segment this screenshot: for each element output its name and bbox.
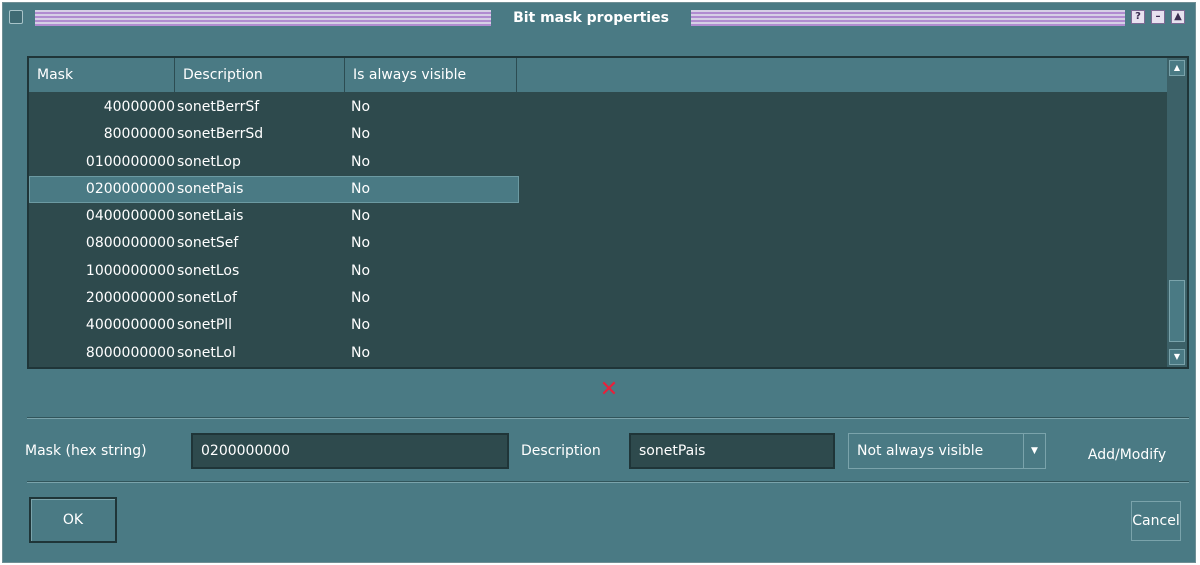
maximize-icon[interactable]: ▲ bbox=[1171, 10, 1185, 24]
description-label: Description bbox=[521, 443, 601, 459]
visibility-cell: No bbox=[351, 99, 371, 115]
visibility-cell: No bbox=[351, 290, 371, 307]
visibility-cell: No bbox=[351, 208, 371, 225]
column-header-filler bbox=[517, 58, 1167, 92]
bit-mask-properties-dialog: Bit mask properties ? – ▲ Mask Descripti… bbox=[2, 2, 1196, 563]
visibility-cell: No bbox=[351, 153, 371, 170]
visibility-select-value: Not always visible bbox=[857, 443, 984, 459]
mask-cell: 8000000000 bbox=[85, 344, 175, 361]
table-row[interactable]: 2000000000 sonetLof No bbox=[29, 285, 1167, 312]
description-cell: sonetPll bbox=[177, 317, 233, 334]
description-cell: sonetLof bbox=[177, 290, 237, 307]
window-title: Bit mask properties bbox=[513, 10, 669, 26]
table-row[interactable]: 0400000000 sonetLais No bbox=[29, 203, 1167, 230]
description-cell: sonetPais bbox=[177, 180, 244, 197]
column-header-mask[interactable]: Mask bbox=[29, 58, 175, 92]
mask-cell: 0100000000 bbox=[85, 153, 175, 170]
separator-top bbox=[27, 417, 1189, 419]
mask-cell: 0200000000 bbox=[85, 180, 175, 197]
description-input[interactable] bbox=[629, 433, 835, 469]
scrollbar-thumb[interactable] bbox=[1169, 280, 1185, 342]
mask-cell: 40000000 bbox=[103, 99, 175, 115]
mask-cell: 80000000 bbox=[103, 126, 175, 143]
visibility-cell: No bbox=[351, 126, 371, 143]
mask-cell: 2000000000 bbox=[85, 290, 175, 307]
window-menu-icon[interactable] bbox=[9, 10, 23, 24]
bit-mask-list[interactable]: Mask Description Is always visible 40000… bbox=[27, 56, 1189, 369]
title-bar[interactable]: Bit mask properties ? – ▲ bbox=[7, 7, 1191, 29]
cancel-button[interactable]: Cancel bbox=[1131, 501, 1181, 541]
description-cell: sonetBerrSf bbox=[177, 99, 260, 115]
table-row[interactable]: 0200000000 sonetPais No bbox=[29, 175, 1167, 204]
column-header-description[interactable]: Description bbox=[175, 58, 345, 92]
table-row[interactable]: 1000000000 sonetLos No bbox=[29, 258, 1167, 285]
table-row[interactable]: 0800000000 sonetSef No bbox=[29, 230, 1167, 257]
description-cell: sonetSef bbox=[177, 235, 239, 252]
separator-bottom bbox=[27, 481, 1189, 483]
visibility-cell: No bbox=[351, 262, 371, 279]
mask-cell: 0400000000 bbox=[85, 208, 175, 225]
description-cell: sonetLop bbox=[177, 153, 241, 170]
visibility-cell: No bbox=[351, 235, 371, 252]
table-row[interactable]: 4000000000 sonetPll No bbox=[29, 312, 1167, 339]
delete-icon[interactable]: ✕ bbox=[597, 378, 621, 402]
mask-cell: 4000000000 bbox=[85, 317, 175, 334]
visibility-select[interactable]: Not always visible ▼ bbox=[848, 433, 1046, 469]
list-rows: 40000000 sonetBerrSf No 80000000 sonetBerrSd… bbox=[29, 94, 1167, 367]
minimize-icon[interactable]: – bbox=[1151, 10, 1165, 24]
mask-cell: 1000000000 bbox=[85, 262, 175, 279]
column-header-always-visible[interactable]: Is always visible bbox=[345, 58, 517, 92]
table-row[interactable]: 40000000 sonetBerrSf No bbox=[29, 94, 1167, 121]
mask-cell: 0800000000 bbox=[85, 235, 175, 252]
ok-button[interactable]: OK bbox=[29, 497, 117, 543]
chevron-down-icon[interactable]: ▼ bbox=[1023, 434, 1045, 468]
table-row[interactable]: 80000000 sonetBerrSd No bbox=[29, 121, 1167, 148]
add-modify-button[interactable]: Add/Modify bbox=[1075, 444, 1179, 466]
list-header: Mask Description Is always visible bbox=[29, 58, 1167, 92]
mask-label: Mask (hex string) bbox=[25, 443, 147, 459]
table-row[interactable]: 0100000000 sonetLop No bbox=[29, 149, 1167, 176]
visibility-cell: No bbox=[351, 344, 371, 361]
description-cell: sonetLos bbox=[177, 262, 240, 279]
description-cell: sonetBerrSd bbox=[177, 126, 264, 143]
description-cell: sonetLol bbox=[177, 344, 236, 361]
help-icon[interactable]: ? bbox=[1131, 10, 1145, 24]
table-row[interactable]: 8000000000 sonetLol No bbox=[29, 340, 1167, 367]
mask-input[interactable] bbox=[191, 433, 509, 469]
scroll-up-icon[interactable]: ▲ bbox=[1169, 60, 1185, 76]
scroll-down-icon[interactable]: ▼ bbox=[1169, 349, 1185, 365]
visibility-cell: No bbox=[351, 317, 371, 334]
title-stripes-right bbox=[691, 10, 1125, 26]
title-stripes-left bbox=[35, 10, 491, 26]
description-cell: sonetLais bbox=[177, 208, 244, 225]
visibility-cell: No bbox=[351, 180, 371, 197]
vertical-scrollbar[interactable]: ▲ ▼ bbox=[1167, 58, 1187, 367]
